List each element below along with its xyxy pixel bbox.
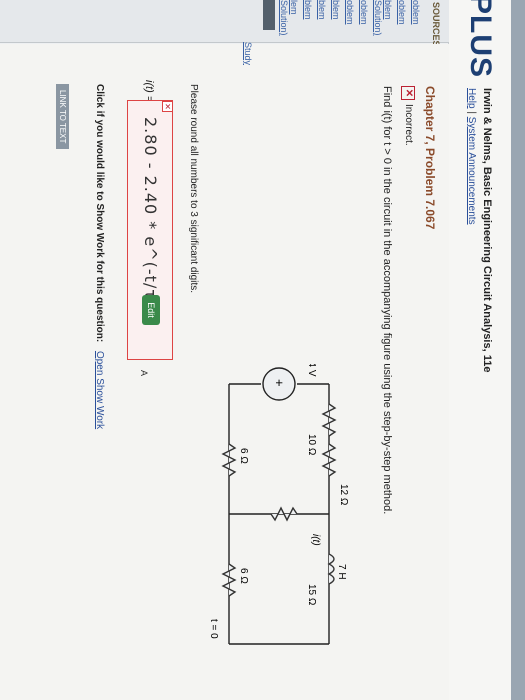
sidebar-item[interactable]: Solution) bbox=[279, 0, 289, 36]
sidebar-button[interactable] bbox=[263, 0, 275, 30]
sidebar-item[interactable]: Solution) bbox=[373, 0, 383, 36]
wileyplus-logo: PLUS bbox=[464, 0, 497, 79]
sidebar-item[interactable]: blem bbox=[317, 0, 327, 20]
main-content: Chapter 7, Problem 7.067 ✕ Incorrect. Fin… bbox=[0, 42, 449, 700]
page-header: PLUS Irwin & Nelms, Basic Engineering Ci… bbox=[448, 0, 511, 700]
sidebar-item[interactable]: oblem bbox=[397, 0, 407, 25]
answer-value: 2.80 - 2.40 * e^(-t/τ) bbox=[141, 117, 160, 308]
sidebar-item[interactable]: oblem bbox=[345, 0, 355, 25]
show-work-link[interactable]: Open Show Work bbox=[94, 351, 105, 429]
resources-sidebar: SOURCES oblem oblem blem Solution) oblem… bbox=[0, 0, 449, 47]
sidebar-item[interactable]: blem bbox=[383, 0, 393, 20]
label-r-top: 12 Ω bbox=[338, 484, 349, 506]
header-links: Help | System Announcements bbox=[466, 88, 477, 225]
show-work-prompt: Click if you would like to Show Work for… bbox=[94, 84, 105, 343]
question-prompt: Find i(t) for t > 0 in the circuit in th… bbox=[381, 86, 393, 515]
announcements-link[interactable]: System Announcements bbox=[466, 117, 477, 225]
sidebar-item[interactable]: lem bbox=[289, 0, 299, 15]
label-r-left-lower: 6 Ω bbox=[238, 448, 249, 464]
answer-input[interactable]: ✕ 2.80 - 2.40 * e^(-t/τ) Edit bbox=[127, 100, 173, 360]
help-link[interactable]: Help bbox=[466, 88, 477, 109]
x-mark-icon: ✕ bbox=[401, 86, 415, 100]
answer-area: i(t) = ✕ 2.80 - 2.40 * e^(-t/τ) Edit A bbox=[119, 80, 179, 380]
sidebar-item[interactable]: oblem bbox=[359, 0, 369, 25]
sidebar-item[interactable]: oblem bbox=[411, 0, 421, 25]
answer-label: i(t) = bbox=[143, 80, 155, 103]
edit-button[interactable]: Edit bbox=[142, 295, 160, 325]
label-r-left-upper: 10 Ω bbox=[306, 434, 317, 456]
header-separator: | bbox=[466, 111, 477, 114]
show-work-row: Click if you would like to Show Work for… bbox=[94, 84, 105, 429]
answer-status: ✕ Incorrect. bbox=[401, 86, 415, 146]
study-link[interactable]: Study bbox=[243, 42, 253, 65]
label-source: 84 V bbox=[306, 364, 317, 377]
answer-unit: A bbox=[139, 370, 149, 377]
rounding-note: Please round all numbers to 3 significan… bbox=[188, 84, 199, 294]
link-to-text-button[interactable]: LINK TO TEXT bbox=[56, 84, 69, 150]
status-text: Incorrect. bbox=[403, 104, 414, 146]
label-switch: t = 0 bbox=[209, 619, 219, 639]
label-r-right-lower: 6 Ω bbox=[238, 568, 249, 584]
browser-top-bar bbox=[511, 0, 525, 700]
sidebar-item[interactable]: blem bbox=[331, 0, 341, 20]
source-plus-icon: + bbox=[272, 379, 287, 387]
screen: PLUS Irwin & Nelms, Basic Engineering Ci… bbox=[0, 0, 525, 700]
label-inductor: 7 H bbox=[336, 564, 347, 580]
label-r-right-upper: 15 Ω bbox=[306, 584, 317, 606]
book-title: Irwin & Nelms, Basic Engineering Circuit… bbox=[481, 88, 493, 373]
sidebar-title: SOURCES bbox=[431, 2, 441, 47]
sidebar-item[interactable]: blem bbox=[303, 0, 313, 20]
x-mark-icon: ✕ bbox=[162, 101, 173, 112]
circuit-diagram: + 12 Ω 10 Ω 15 Ω 84 V 7 H i(t) 6 Ω 6 Ω t… bbox=[209, 364, 349, 645]
label-current: i(t) bbox=[310, 534, 321, 546]
problem-title: Chapter 7, Problem 7.067 bbox=[423, 86, 437, 230]
